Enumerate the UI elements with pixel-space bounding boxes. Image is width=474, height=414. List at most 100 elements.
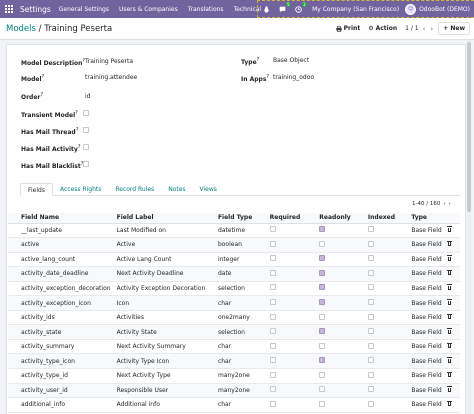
col-indexed[interactable]: Indexed <box>367 213 412 224</box>
required-checkbox[interactable] <box>269 299 276 305</box>
indexed-checkbox[interactable] <box>367 328 374 335</box>
trash-icon[interactable] <box>446 357 452 363</box>
indexed-checkbox[interactable] <box>367 240 374 247</box>
tab-fields[interactable]: Fields <box>20 183 53 196</box>
has-mail-thread-checkbox[interactable] <box>83 127 89 133</box>
table-row[interactable]: active Active boolean Base Field <box>8 237 460 253</box>
table-row[interactable]: activity_exception_decoration Activity Ex… <box>8 281 460 297</box>
tab-record-rules[interactable]: Record Rules <box>108 183 161 196</box>
has-mail-blacklist-checkbox[interactable] <box>83 161 89 167</box>
table-row[interactable]: additional_info Additional info char Base F… <box>8 397 460 413</box>
chat-icon[interactable]: 5 <box>275 2 292 16</box>
readonly-checkbox[interactable] <box>319 255 326 262</box>
indexed-checkbox[interactable] <box>367 386 374 393</box>
table-row[interactable]: activity_date_deadline Next Activity Dead… <box>8 266 460 282</box>
readonly-checkbox[interactable] <box>319 342 326 349</box>
required-checkbox[interactable] <box>269 400 276 407</box>
readonly-checkbox[interactable] <box>319 400 326 407</box>
indexed-checkbox[interactable] <box>367 400 374 407</box>
readonly-checkbox[interactable] <box>319 240 326 247</box>
trash-icon[interactable] <box>446 386 452 392</box>
indexed-checkbox[interactable] <box>367 269 374 276</box>
readonly-checkbox[interactable] <box>319 357 326 364</box>
list-pager-previous-icon[interactable]: ‹ <box>443 201 445 207</box>
readonly-checkbox[interactable] <box>319 328 326 335</box>
debug-icon[interactable] <box>259 2 273 16</box>
required-checkbox[interactable] <box>269 284 276 291</box>
table-row[interactable]: activity_state Activity State selection Bas… <box>8 324 460 340</box>
required-checkbox[interactable] <box>269 371 276 378</box>
required-checkbox[interactable] <box>269 342 276 349</box>
page-scrollbar-thumb[interactable] <box>467 42 471 212</box>
indexed-checkbox[interactable] <box>367 357 374 364</box>
apps-menu-icon[interactable] <box>0 0 18 18</box>
readonly-checkbox[interactable] <box>319 386 326 393</box>
readonly-checkbox[interactable] <box>319 284 326 291</box>
col-field-name[interactable]: Field Name <box>8 213 117 224</box>
menu-general-settings[interactable]: General Settings <box>59 6 109 13</box>
table-row[interactable]: activity_summary Next Activity Summary cha… <box>8 339 460 355</box>
model-description-field[interactable]: Training Peserta <box>85 58 133 65</box>
table-row[interactable]: active_lang_count Active Lang Count intege… <box>8 252 460 268</box>
breadcrumb-models-link[interactable]: Models <box>6 24 36 34</box>
readonly-checkbox[interactable] <box>319 371 326 378</box>
app-name[interactable]: Settings <box>20 5 51 14</box>
indexed-checkbox[interactable] <box>367 371 374 378</box>
new-button[interactable]: + New <box>438 22 470 35</box>
tab-views[interactable]: Views <box>193 183 224 196</box>
trash-icon[interactable] <box>446 371 452 378</box>
trash-icon[interactable] <box>446 240 452 247</box>
action-button[interactable]: ⚙ Action <box>368 25 397 32</box>
indexed-checkbox[interactable] <box>367 299 374 305</box>
list-pager-next-icon[interactable]: › <box>449 201 451 207</box>
indexed-checkbox[interactable] <box>367 313 374 320</box>
trash-icon[interactable] <box>446 226 452 232</box>
user-menu[interactable]: ☺ OdooBot (DEMO) <box>405 3 470 15</box>
required-checkbox[interactable] <box>269 328 276 335</box>
col-readonly[interactable]: Readonly <box>319 213 368 224</box>
readonly-checkbox[interactable] <box>319 226 326 233</box>
trash-icon[interactable] <box>446 299 452 305</box>
order-field[interactable]: id <box>85 93 90 100</box>
table-row[interactable]: activity_ids Activities one2many Base Field <box>8 310 460 326</box>
print-button[interactable]: Print <box>335 25 360 32</box>
readonly-checkbox[interactable] <box>319 299 326 305</box>
pager-previous-icon[interactable]: ‹ <box>423 25 426 33</box>
trash-icon[interactable] <box>446 269 452 276</box>
menu-translations[interactable]: Translations <box>188 6 224 13</box>
col-field-label[interactable]: Field Label <box>116 213 218 224</box>
tab-notes[interactable]: Notes <box>161 183 192 196</box>
readonly-checkbox[interactable] <box>319 313 326 320</box>
company-switcher[interactable]: My Company (San Francisco) <box>312 6 399 13</box>
required-checkbox[interactable] <box>269 313 276 320</box>
trash-icon[interactable] <box>446 400 452 407</box>
col-type[interactable]: Type <box>411 213 447 224</box>
indexed-checkbox[interactable] <box>367 255 374 262</box>
tab-access-rights[interactable]: Access Rights <box>53 183 108 196</box>
required-checkbox[interactable] <box>269 255 276 262</box>
trash-icon[interactable] <box>446 328 452 334</box>
table-row[interactable]: activity_exception_icon Icon char Base Fiel… <box>8 295 460 311</box>
trash-icon[interactable] <box>446 255 452 261</box>
transient-model-checkbox[interactable] <box>83 110 89 116</box>
indexed-checkbox[interactable] <box>367 226 374 233</box>
indexed-checkbox[interactable] <box>367 342 374 349</box>
table-row[interactable]: activity_type_id Next Activity Type many2o… <box>8 368 460 384</box>
table-row[interactable]: activity_user_id Responsible User many2one… <box>8 383 460 399</box>
required-checkbox[interactable] <box>269 269 276 276</box>
type-field[interactable]: Base Object <box>273 57 309 64</box>
indexed-checkbox[interactable] <box>367 284 374 291</box>
required-checkbox[interactable] <box>269 240 276 247</box>
table-row[interactable]: activity_type_icon Activity Type Icon char… <box>8 353 460 369</box>
required-checkbox[interactable] <box>269 357 276 364</box>
trash-icon[interactable] <box>446 342 452 349</box>
trash-icon[interactable] <box>446 284 452 290</box>
required-checkbox[interactable] <box>269 226 276 233</box>
model-field[interactable]: training.attendee <box>85 74 137 81</box>
readonly-checkbox[interactable] <box>319 269 326 276</box>
pager-next-icon[interactable]: › <box>430 25 433 33</box>
trash-icon[interactable] <box>446 313 452 320</box>
activity-clock-icon[interactable]: 3 <box>291 2 308 16</box>
has-mail-activity-checkbox[interactable] <box>83 144 89 150</box>
list-pager-value[interactable]: 1-40 / 160 <box>412 201 440 207</box>
